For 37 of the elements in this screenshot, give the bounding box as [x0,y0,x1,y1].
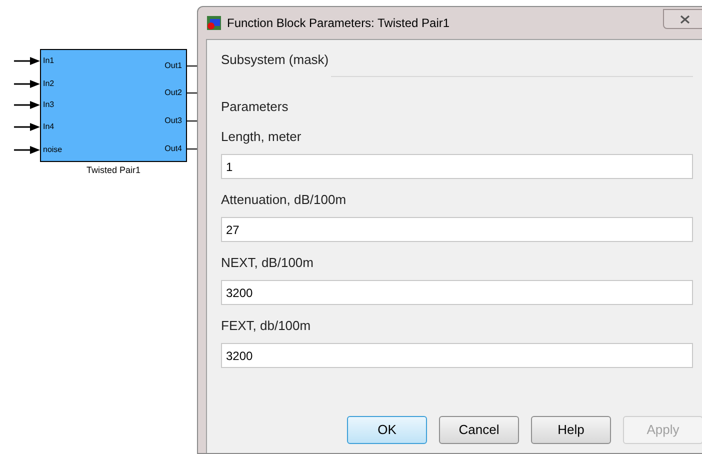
block-name: Twisted Pair1 [85,164,142,177]
dialog-button[interactable]: Cancel [439,416,519,444]
port-label: Out1 [164,61,182,71]
input-field[interactable]: 3200 [221,343,693,368]
port-label: In3 [43,100,54,110]
field-label: NEXT, dB/100m [221,254,314,271]
app-icon [206,15,222,31]
input-arrow-icon [14,56,40,66]
input-field[interactable]: 3200 [221,280,693,305]
section-title: Subsystem (mask) [221,51,330,69]
subsystem-block[interactable]: In1 In2 In3 In4 noise Out1 Out2 Out3 Out4 [40,49,187,162]
port-label: noise [43,145,62,155]
dialog-button[interactable]: OK [347,416,427,444]
input-field[interactable]: 1 [221,154,693,179]
input-arrow-icon [14,145,40,155]
input-field[interactable]: 27 [221,217,693,242]
close-icon [680,14,690,24]
dialog-button[interactable]: Help [531,416,611,444]
input-arrow-icon [14,79,40,89]
field-label: FEXT, db/100m [221,317,312,334]
port-label: In2 [43,79,54,89]
input-arrow-icon [14,122,40,132]
port-label: In1 [43,56,54,66]
output-line-icon [187,148,197,150]
output-line-icon [187,65,197,67]
port-label: Out4 [164,144,182,154]
port-label: Out2 [164,88,182,98]
section-title: Parameters [221,98,290,116]
port-label: In4 [43,122,54,132]
close-button[interactable] [663,9,702,29]
port-label: Out3 [164,116,182,126]
field-label: Attenuation, dB/100m [221,191,348,208]
output-line-icon [187,120,197,122]
window-title: Function Block Parameters: Twisted Pair1 [227,15,450,32]
input-arrow-icon [14,100,40,110]
field-label: Length, meter [221,128,302,145]
output-line-icon [187,92,197,94]
